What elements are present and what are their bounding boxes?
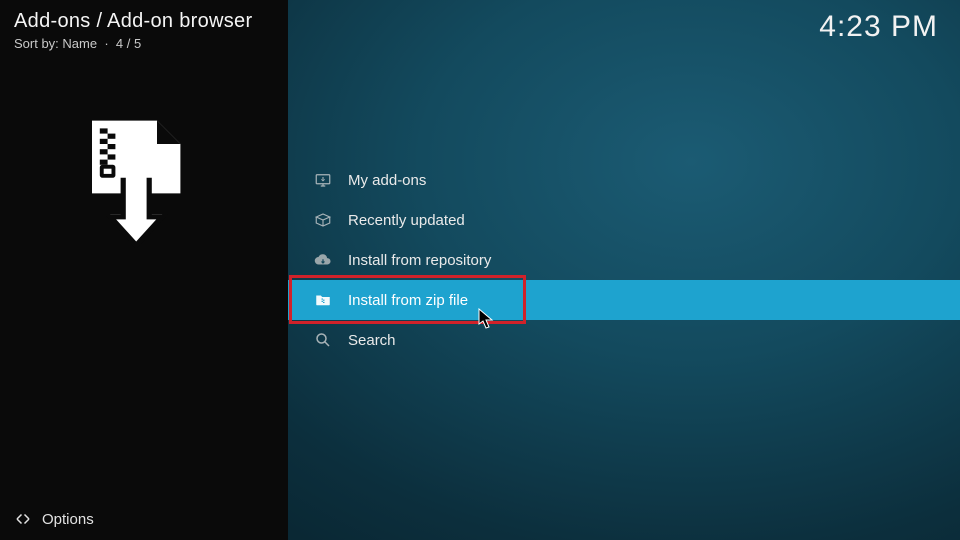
monitor-icon <box>312 171 334 189</box>
category-icon <box>66 118 196 248</box>
options-label: Options <box>42 511 94 528</box>
menu-item-install-repo[interactable]: Install from repository <box>288 240 960 280</box>
clock: 4:23 PM <box>819 10 938 44</box>
menu-item-my-addons[interactable]: My add-ons <box>288 160 960 200</box>
sort-info: Sort by: Name · 4 / 5 <box>14 36 141 51</box>
menu-item-recently-updated[interactable]: Recently updated <box>288 200 960 240</box>
sort-value: Name <box>62 36 97 51</box>
menu-item-install-zip[interactable]: Install from zip file <box>288 280 960 320</box>
list-position: 4 / 5 <box>116 36 141 51</box>
options-icon <box>14 510 32 528</box>
addon-menu: My add-ons Recently updated Install from… <box>288 160 960 360</box>
menu-item-label: Install from repository <box>348 252 491 269</box>
search-icon <box>312 331 334 349</box>
main-panel: 4:23 PM My add-ons Recently updated <box>288 0 960 540</box>
menu-item-label: My add-ons <box>348 172 426 189</box>
box-icon <box>312 211 334 229</box>
menu-item-search[interactable]: Search <box>288 320 960 360</box>
cloud-down-icon <box>312 251 334 269</box>
menu-item-label: Search <box>348 332 396 349</box>
menu-item-label: Recently updated <box>348 212 465 229</box>
sort-prefix: Sort by: <box>14 36 62 51</box>
breadcrumb: Add-ons / Add-on browser <box>14 10 252 33</box>
sidebar: Add-ons / Add-on browser Sort by: Name ·… <box>0 0 288 540</box>
menu-item-label: Install from zip file <box>348 292 468 309</box>
options-button[interactable]: Options <box>14 510 94 528</box>
zip-folder-icon <box>312 291 334 309</box>
